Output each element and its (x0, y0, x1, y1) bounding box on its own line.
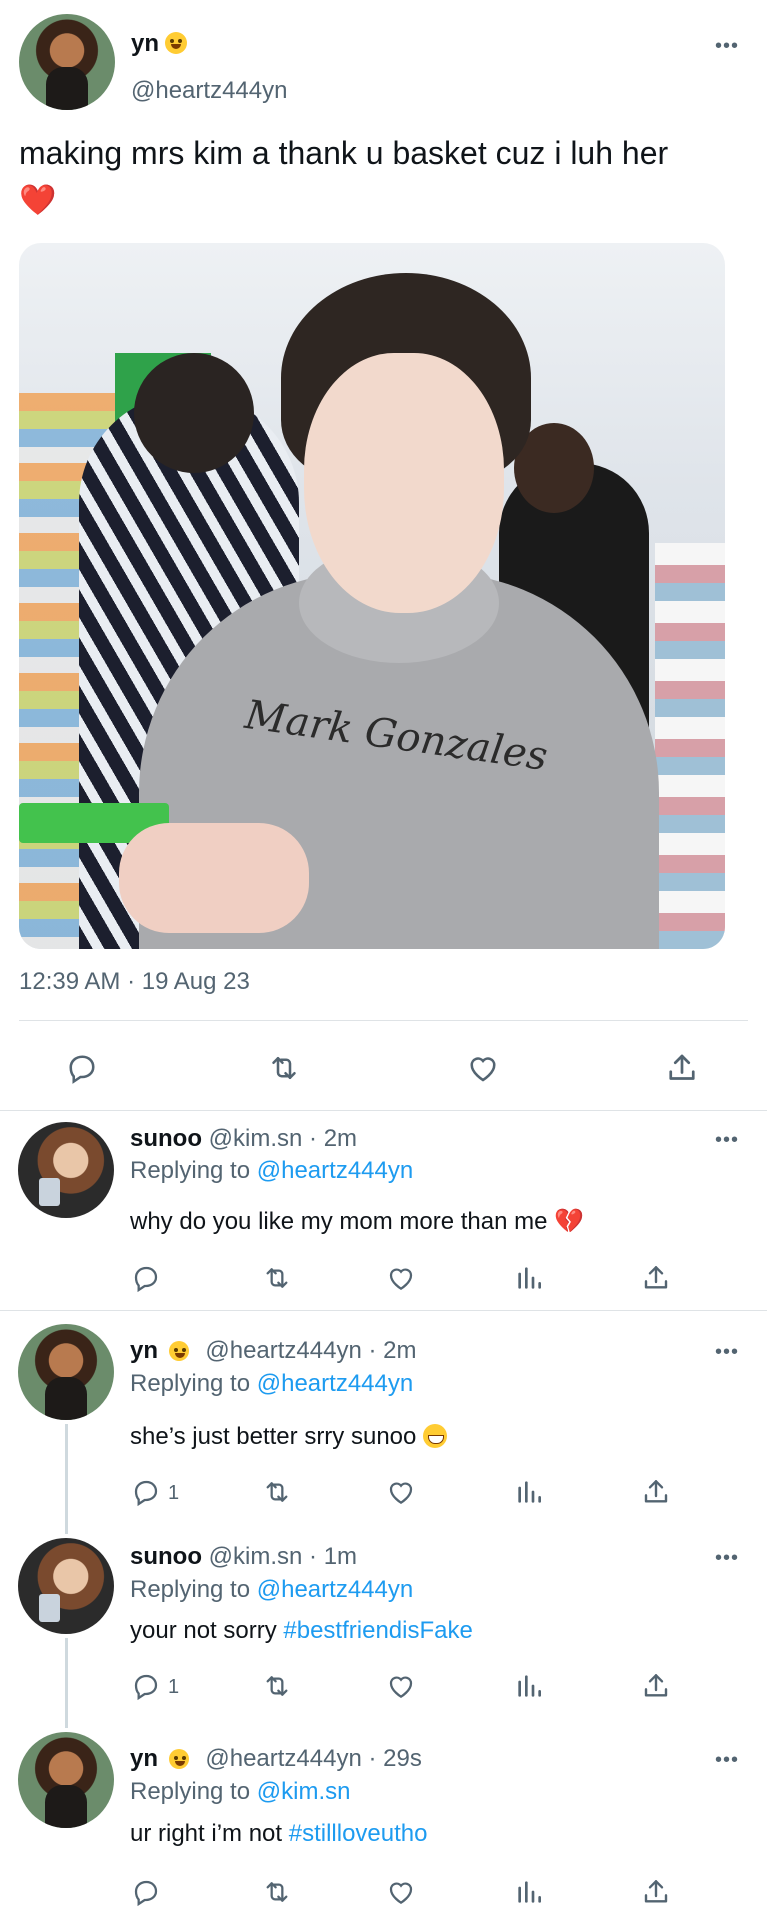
reply-header: sunoo @kim.sn · 2m (130, 1124, 357, 1154)
share-icon[interactable] (640, 1262, 672, 1294)
retweet-icon[interactable] (260, 1262, 294, 1294)
upside-down-face-emoji-icon (168, 1341, 189, 1361)
views-icon[interactable] (513, 1876, 545, 1908)
sunoo-avatar[interactable] (18, 1122, 114, 1218)
photo-shelf-right (655, 543, 725, 949)
replying-to-link[interactable]: @heartz444yn (257, 1370, 413, 1397)
reply-tweet[interactable]: yn @heartz444yn · 2m ••• Replying to @he… (0, 1312, 767, 1522)
replying-to: Replying to @heartz444yn (130, 1575, 413, 1605)
reply-text-body: ur right i’m not (130, 1820, 289, 1847)
retweet-icon[interactable] (260, 1670, 294, 1702)
reply-meta[interactable]: @heartz444yn · 2m (205, 1337, 416, 1364)
reply-icon[interactable] (130, 1876, 162, 1908)
red-heart-emoji-icon: ❤️ (19, 184, 57, 217)
photo-face (304, 353, 504, 613)
reply-author-name[interactable]: yn (130, 1745, 158, 1772)
replying-to: Replying to @heartz444yn (130, 1156, 413, 1186)
more-icon[interactable]: ••• (715, 1750, 739, 1770)
reply-actions: 1 (0, 1670, 767, 1704)
reply-text: your not sorry #bestfriendisFake (130, 1616, 473, 1646)
divider (0, 1310, 767, 1311)
replying-to-prefix: Replying to (130, 1576, 257, 1603)
reply-actions (0, 1262, 767, 1296)
reply-author-name[interactable]: sunoo (130, 1125, 202, 1152)
reply-author-name[interactable]: yn (130, 1337, 158, 1364)
author-name-text[interactable]: yn (131, 30, 159, 57)
like-icon[interactable] (384, 1876, 418, 1908)
retweet-icon[interactable] (260, 1876, 294, 1908)
yn-avatar[interactable] (19, 14, 115, 110)
broken-heart-emoji-icon: 💔 (554, 1208, 585, 1235)
more-icon[interactable]: ••• (715, 36, 739, 56)
main-tweet-actions (0, 1040, 767, 1096)
upside-down-face-emoji-icon (168, 1749, 189, 1769)
reply-icon[interactable] (64, 1050, 100, 1086)
reply-tweet[interactable]: sunoo @kim.sn · 1m ••• Replying to @hear… (0, 1530, 767, 1720)
more-icon[interactable]: ••• (715, 1130, 739, 1150)
like-icon[interactable] (464, 1050, 502, 1086)
views-icon[interactable] (513, 1476, 545, 1508)
replying-to-link[interactable]: @kim.sn (257, 1778, 351, 1805)
reply-meta[interactable]: @kim.sn · 1m (209, 1543, 357, 1570)
share-icon[interactable] (640, 1476, 672, 1508)
author-handle[interactable]: @heartz444yn (131, 77, 287, 105)
reply-count: 1 (168, 1676, 180, 1698)
hashtag-link[interactable]: #stillloveutho (289, 1820, 428, 1847)
reply-text: why do you like my mom more than me 💔 (130, 1207, 584, 1237)
replying-to-prefix: Replying to (130, 1370, 257, 1397)
yn-avatar[interactable] (18, 1324, 114, 1420)
replying-to-link[interactable]: @heartz444yn (257, 1576, 413, 1603)
reply-tweet[interactable]: yn @heartz444yn · 29s ••• Replying to @k… (0, 1726, 767, 1920)
replying-to-prefix: Replying to (130, 1157, 257, 1184)
tweet-text-body: making mrs kim a thank u basket cuz i lu… (19, 135, 669, 171)
upside-down-face-emoji-icon (165, 32, 188, 54)
photo-hands (119, 823, 309, 933)
reply-icon[interactable] (130, 1476, 162, 1508)
reply-tweet[interactable]: sunoo @kim.sn · 2m ••• Replying to @hear… (0, 1112, 767, 1310)
retweet-icon[interactable] (260, 1476, 294, 1508)
tweet-text: making mrs kim a thank u basket cuz i lu… (19, 130, 749, 222)
views-icon[interactable] (513, 1670, 545, 1702)
retweet-icon[interactable] (265, 1050, 303, 1086)
reply-header: sunoo @kim.sn · 1m (130, 1542, 357, 1572)
reply-count: 1 (168, 1482, 180, 1504)
author-name[interactable]: yn (131, 30, 188, 58)
reply-meta[interactable]: @heartz444yn · 29s (205, 1745, 421, 1772)
replying-to: Replying to @kim.sn (130, 1777, 350, 1807)
reply-icon[interactable] (130, 1262, 162, 1294)
reply-text: she’s just better srry sunoo (130, 1422, 448, 1452)
share-icon[interactable] (640, 1670, 672, 1702)
reply-text-body: she’s just better srry sunoo (130, 1423, 417, 1450)
more-icon[interactable]: ••• (715, 1342, 739, 1362)
hashtag-link[interactable]: #bestfriendisFake (283, 1617, 472, 1644)
like-icon[interactable] (384, 1476, 418, 1508)
sunoo-avatar[interactable] (18, 1538, 114, 1634)
divider (0, 1110, 767, 1111)
share-icon[interactable] (640, 1876, 672, 1908)
more-icon[interactable]: ••• (715, 1548, 739, 1568)
reply-actions (0, 1876, 767, 1910)
reply-text-body: why do you like my mom more than me (130, 1208, 548, 1235)
tweet-timestamp[interactable]: 12:39 AM · 19 Aug 23 (19, 968, 250, 996)
reply-meta[interactable]: @kim.sn · 2m (209, 1125, 357, 1152)
reply-icon[interactable] (130, 1670, 162, 1702)
divider (19, 1020, 748, 1021)
reply-actions: 1 (0, 1476, 767, 1510)
share-icon[interactable] (664, 1050, 700, 1086)
reply-header: yn @heartz444yn · 29s (130, 1744, 422, 1774)
tweet-photo[interactable]: Mark Gonzales (19, 243, 725, 949)
views-icon[interactable] (513, 1262, 545, 1294)
like-icon[interactable] (384, 1262, 418, 1294)
replying-to: Replying to @heartz444yn (130, 1369, 413, 1399)
grinning-face-emoji-icon (423, 1424, 448, 1448)
reply-text: ur right i’m not #stillloveutho (130, 1819, 427, 1849)
yn-avatar[interactable] (18, 1732, 114, 1828)
replying-to-link[interactable]: @heartz444yn (257, 1157, 413, 1184)
replying-to-prefix: Replying to (130, 1778, 257, 1805)
reply-author-name[interactable]: sunoo (130, 1543, 202, 1570)
reply-header: yn @heartz444yn · 2m (130, 1336, 416, 1366)
reply-text-body: your not sorry (130, 1617, 284, 1644)
like-icon[interactable] (384, 1670, 418, 1702)
